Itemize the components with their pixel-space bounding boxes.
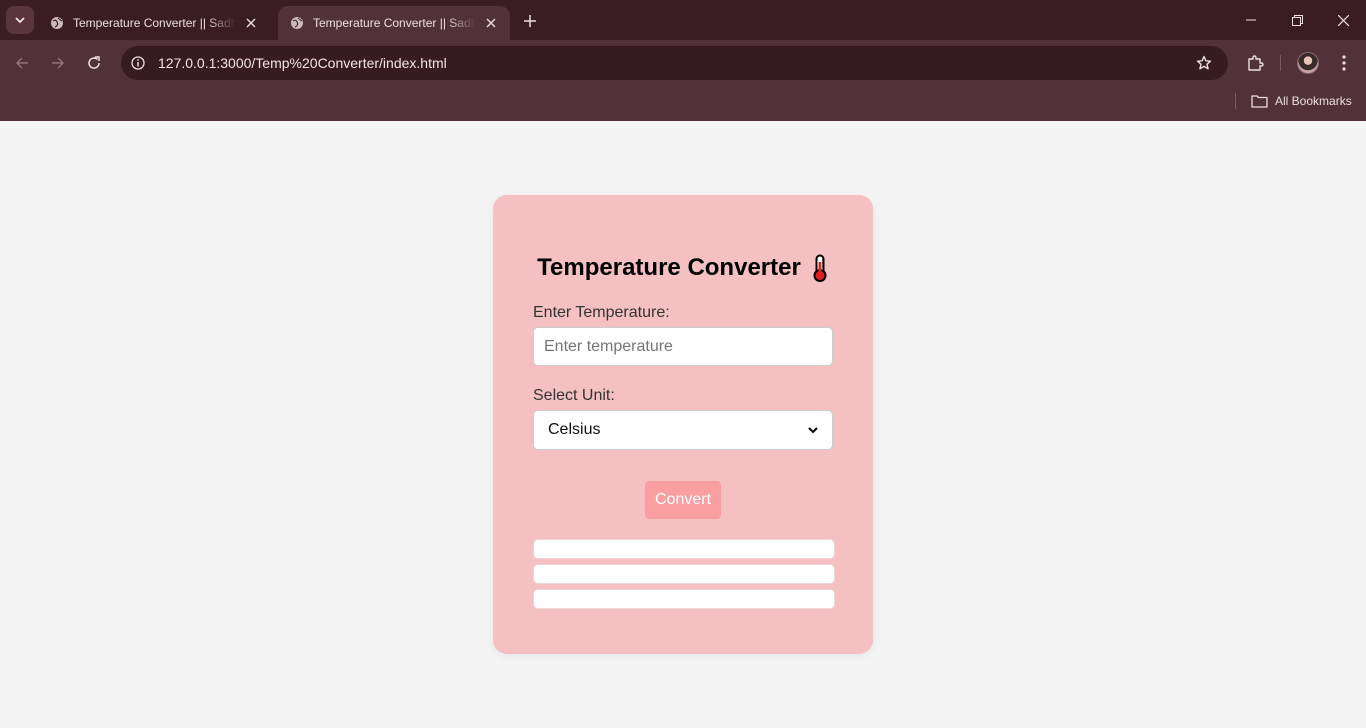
bookmarks-divider xyxy=(1235,93,1236,109)
bookmark-star-button[interactable] xyxy=(1194,53,1214,73)
restore-icon xyxy=(1291,14,1303,26)
profile-avatar[interactable] xyxy=(1297,52,1319,74)
title-text: Temperature Converter xyxy=(537,254,801,281)
chevron-down-icon xyxy=(808,426,818,433)
globe-icon xyxy=(51,17,63,29)
extensions-icon xyxy=(1248,55,1264,71)
unit-label: Select Unit: xyxy=(533,387,615,404)
url-text[interactable]: 127.0.0.1:3000/Temp%20Converter/index.ht… xyxy=(158,55,447,71)
result-fahrenheit xyxy=(533,564,835,584)
unit-selected-value: Celsius xyxy=(548,421,601,438)
address-bar[interactable]: 127.0.0.1:3000/Temp%20Converter/index.ht… xyxy=(121,46,1228,80)
restore-button[interactable] xyxy=(1274,0,1320,40)
converter-card: Temperature Converter Enter Temperature:… xyxy=(493,195,873,654)
site-info-button[interactable] xyxy=(125,50,151,76)
tab-active[interactable]: Temperature Converter || Sadhana xyxy=(278,6,510,40)
browser-menu-button[interactable] xyxy=(1330,49,1358,77)
back-button[interactable] xyxy=(8,49,36,77)
thermometer-icon xyxy=(811,254,829,282)
reload-icon xyxy=(88,56,100,69)
folder-icon xyxy=(1251,95,1268,108)
convert-button[interactable]: Convert xyxy=(645,481,721,519)
site-info-icon xyxy=(131,56,145,70)
tab-close-button[interactable] xyxy=(482,14,500,32)
window-close-icon xyxy=(1337,14,1349,26)
tab-title: Temperature Converter || Sadhana xyxy=(73,16,236,30)
tab-strip: Temperature Converter || Sadhana Tempera… xyxy=(0,0,1366,40)
close-icon xyxy=(486,18,496,28)
star-icon xyxy=(1196,55,1212,70)
forward-button[interactable] xyxy=(44,49,72,77)
close-icon xyxy=(246,18,256,28)
unit-select[interactable]: Celsius xyxy=(533,410,833,450)
temperature-label: Enter Temperature: xyxy=(533,304,670,321)
tab-search-button[interactable] xyxy=(6,6,34,34)
all-bookmarks-label: All Bookmarks xyxy=(1275,94,1352,108)
plus-icon xyxy=(524,15,536,27)
reload-button[interactable] xyxy=(80,49,108,77)
extensions-button[interactable] xyxy=(1241,49,1269,77)
page-viewport: Temperature Converter Enter Temperature:… xyxy=(0,121,1366,728)
toolbar-divider xyxy=(1280,55,1281,71)
result-kelvin xyxy=(533,589,835,609)
forward-icon xyxy=(52,57,65,69)
kebab-menu-icon xyxy=(1342,55,1346,71)
all-bookmarks-button[interactable]: All Bookmarks xyxy=(1251,90,1352,112)
browser-toolbar: 127.0.0.1:3000/Temp%20Converter/index.ht… xyxy=(0,40,1366,86)
temperature-input[interactable] xyxy=(533,327,833,366)
new-tab-button[interactable] xyxy=(518,9,542,33)
back-icon xyxy=(15,57,28,69)
bookmarks-bar: All Bookmarks xyxy=(0,86,1366,121)
result-celsius xyxy=(533,539,835,559)
tab-search-icon xyxy=(15,17,25,24)
globe-icon xyxy=(291,17,303,29)
tab-title: Temperature Converter || Sadhana xyxy=(313,16,476,30)
tab-close-button[interactable] xyxy=(242,14,260,32)
minimize-icon xyxy=(1246,19,1256,21)
window-close-button[interactable] xyxy=(1320,0,1366,40)
minimize-button[interactable] xyxy=(1228,0,1274,40)
page-title: Temperature Converter xyxy=(493,254,873,282)
tab-inactive[interactable]: Temperature Converter || Sadhana xyxy=(38,6,270,40)
